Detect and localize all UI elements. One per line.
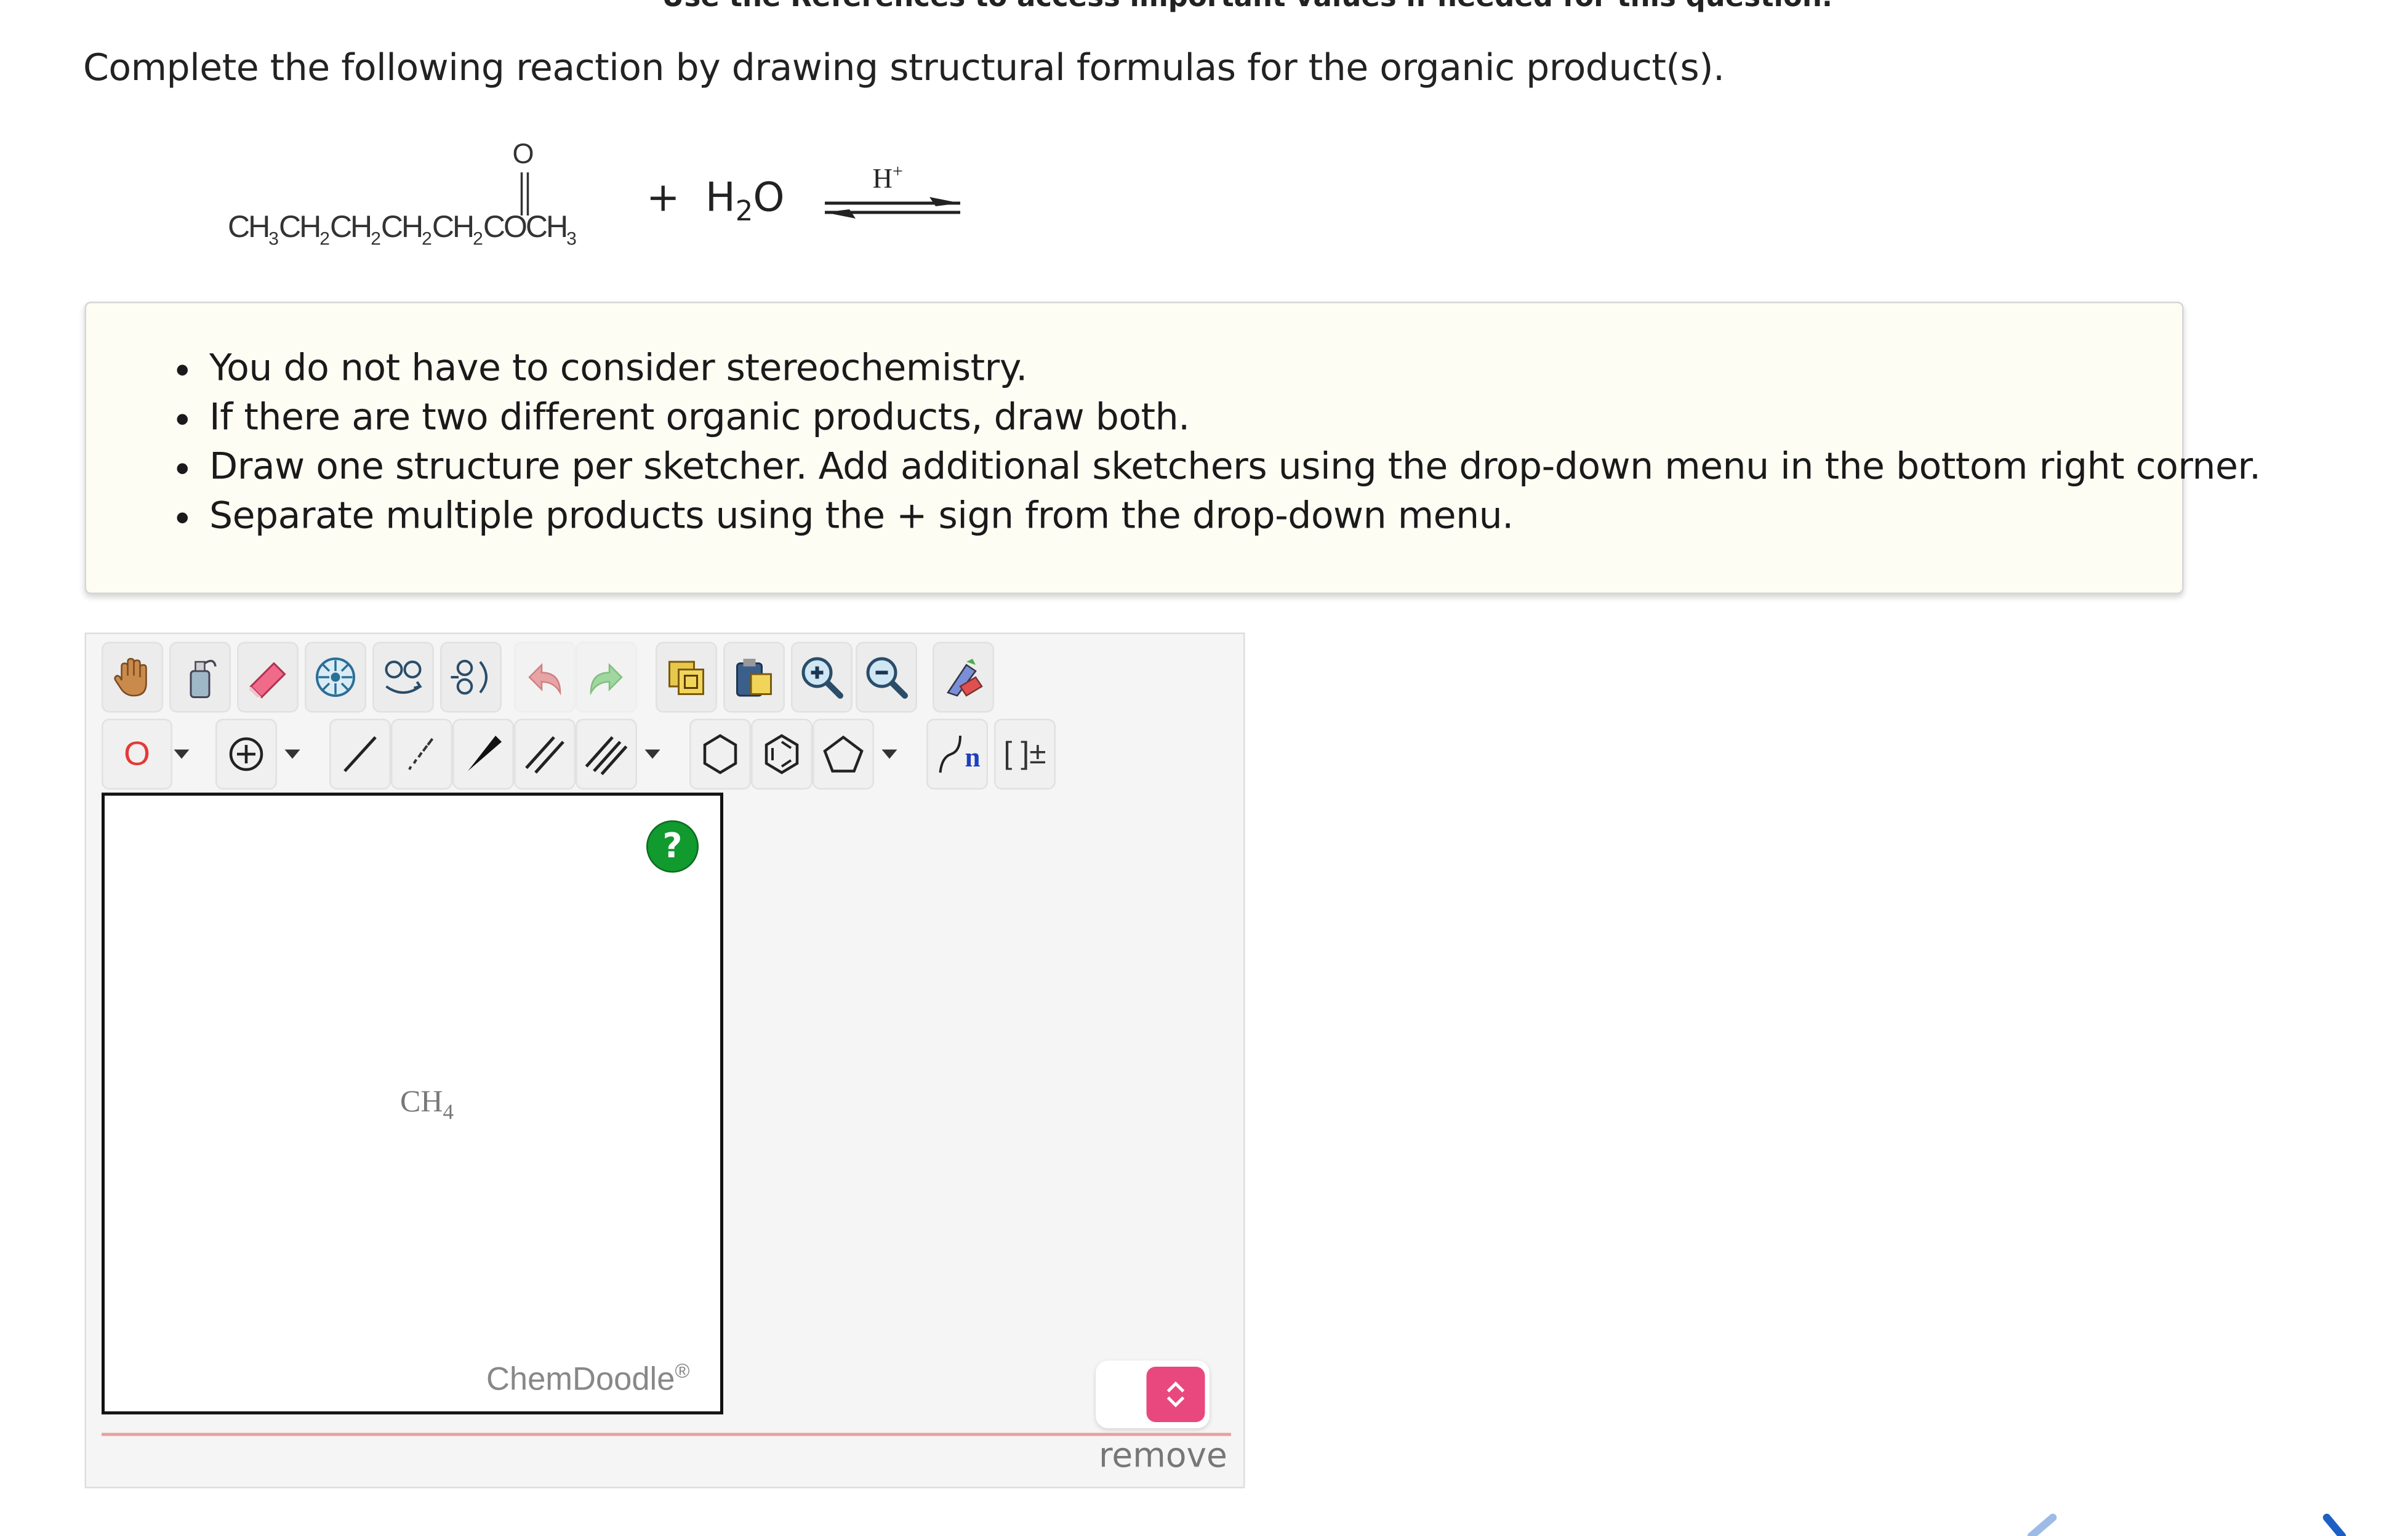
charge-button[interactable] [215, 718, 277, 790]
add-sketcher-control [1096, 1361, 1210, 1428]
bracket-button[interactable]: [ ]± [994, 718, 1056, 790]
instruction-item: You do not have to consider stereochemis… [209, 344, 2182, 393]
carbonyl-double-bond [520, 172, 529, 215]
bracket-icon: [ ]± [1003, 736, 1046, 771]
paste-button[interactable] [723, 641, 785, 713]
flip-button[interactable] [372, 641, 434, 713]
atom-selector-button[interactable]: O [102, 718, 172, 790]
undo-icon [528, 662, 561, 696]
zoom-in-icon [801, 657, 843, 699]
undo-button[interactable] [514, 641, 576, 713]
pentagon-icon [823, 735, 864, 773]
drawing-canvas[interactable]: ? CH4 ChemDoodle® [102, 792, 723, 1415]
rotate-icon [451, 659, 488, 695]
water-reagent: + H2O [646, 175, 785, 228]
zoom-in-button[interactable] [791, 641, 853, 713]
sketcher-panel: O n []± ? CH4 ChemDoodle® remove [84, 632, 1245, 1489]
paste-icon [736, 659, 772, 697]
zoom-out-icon [866, 657, 908, 699]
single-bond-icon [343, 736, 377, 773]
hand-tool-button[interactable] [102, 641, 163, 713]
atom-selector-value: O [124, 734, 150, 773]
clean-button[interactable] [933, 641, 994, 713]
hand-icon [114, 657, 147, 697]
chemdoodle-brand: ChemDoodle® [486, 1359, 690, 1398]
instruction-item: If there are two different organic produ… [209, 393, 2182, 442]
navigation-arrows[interactable] [2025, 1505, 2348, 1536]
sketcher-divider [102, 1433, 1231, 1436]
triple-bond-icon [585, 736, 628, 776]
double-bond-icon [525, 736, 564, 774]
chevron-down-icon [881, 749, 897, 759]
hashed-bond-icon [408, 738, 434, 770]
atom-dropdown[interactable] [169, 719, 194, 790]
benzene-icon [765, 734, 799, 774]
chevron-up-down-icon [1166, 1381, 1185, 1408]
center-icon [316, 657, 355, 697]
reactant-formula: CH3CH2CH2CH2CH2COCH3 [228, 211, 577, 250]
wedge-bond-icon [468, 736, 502, 771]
hexagon-icon [703, 734, 737, 774]
center-button[interactable] [305, 641, 366, 713]
single-bond-button[interactable] [329, 718, 391, 790]
ring-dropdown[interactable] [877, 719, 902, 790]
remove-sketcher-link[interactable]: remove [1099, 1437, 1227, 1476]
repeat-unit-label: n [965, 742, 981, 773]
redo-icon [590, 662, 623, 696]
benzene-ring-button[interactable] [751, 718, 813, 790]
chevron-down-icon [644, 749, 660, 759]
equilibrium-arrow-icon [825, 197, 960, 219]
eraser-icon [249, 662, 286, 699]
charge-plus-icon [229, 737, 263, 771]
carbonyl-oxygen: O [512, 139, 534, 169]
eraser-tool-button[interactable] [237, 641, 299, 713]
flip-icon [385, 661, 422, 694]
lasso-tool-button[interactable] [169, 641, 231, 713]
lasso-icon [190, 659, 217, 698]
instructions-list: You do not have to consider stereochemis… [86, 304, 2261, 541]
instruction-item: Separate multiple products using the + s… [209, 491, 2182, 541]
chevron-down-icon [174, 749, 190, 759]
charge-dropdown[interactable] [280, 719, 305, 790]
reaction-equation: O CH3CH2CH2CH2CH2COCH3 + H2O H+ [215, 123, 1016, 292]
repeat-unit-button[interactable]: n [926, 718, 988, 790]
zoom-out-button[interactable] [856, 641, 917, 713]
clean-icon [947, 659, 983, 697]
question-text: Complete the following reaction by drawi… [83, 46, 1725, 89]
redo-button[interactable] [576, 641, 637, 713]
chevron-down-icon [284, 749, 300, 759]
add-sketcher-dropdown[interactable] [1146, 1367, 1205, 1422]
wedge-bond-button[interactable] [452, 718, 514, 790]
bond-dropdown[interactable] [640, 719, 665, 790]
triple-bond-button[interactable] [576, 718, 637, 790]
copy-button[interactable] [656, 641, 717, 713]
double-bond-button[interactable] [514, 718, 576, 790]
references-banner: Use the References to access important v… [662, 0, 1832, 14]
hashed-bond-button[interactable] [391, 718, 452, 790]
help-icon[interactable]: ? [646, 820, 699, 873]
instruction-item: Draw one structure per sketcher. Add add… [209, 442, 2261, 491]
copy-icon [668, 661, 704, 695]
rotate-button[interactable] [440, 641, 502, 713]
canvas-placeholder-formula: CH4 [400, 1085, 454, 1125]
hexagon-ring-button[interactable] [689, 718, 751, 790]
pentagon-ring-button[interactable] [813, 718, 874, 790]
instructions-box: You do not have to consider stereochemis… [84, 302, 2261, 594]
